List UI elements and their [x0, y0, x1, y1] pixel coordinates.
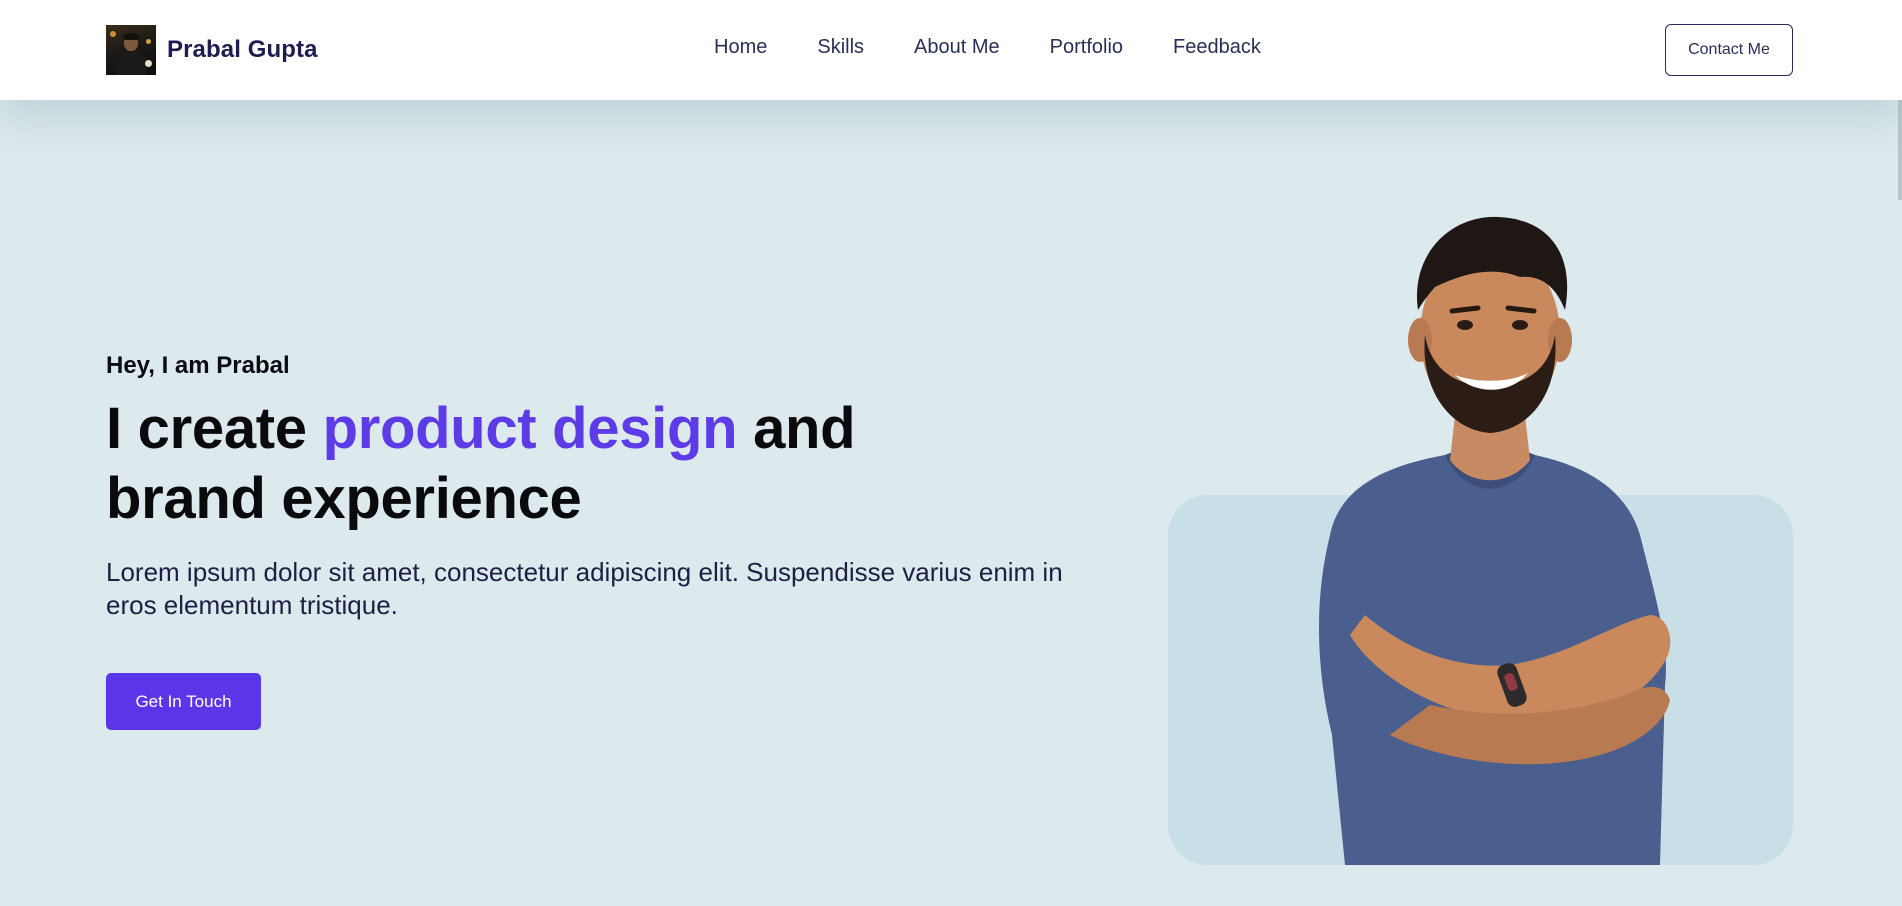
nav-links: Home Skills About Me Portfolio Feedback	[714, 36, 1261, 59]
nav-link-feedback[interactable]: Feedback	[1173, 36, 1261, 59]
hero-description: Lorem ipsum dolor sit amet, consectetur …	[106, 557, 1063, 620]
hero-portrait-image	[1318, 216, 1671, 865]
hero-title: I create product design and brand experi…	[106, 394, 1026, 534]
nav-link-skills[interactable]: Skills	[817, 36, 864, 59]
get-in-touch-button[interactable]: Get In Touch	[106, 673, 261, 730]
brand-avatar	[106, 25, 156, 75]
hero-title-part1: I create	[106, 396, 323, 461]
hero-title-accent: product design	[322, 396, 738, 461]
brand-name: Prabal Gupta	[167, 36, 318, 63]
page: Prabal Gupta Home Skills About Me Portfo…	[0, 0, 1902, 906]
nav-link-portfolio[interactable]: Portfolio	[1050, 36, 1123, 59]
nav-link-about-me[interactable]: About Me	[914, 36, 1000, 59]
navbar: Prabal Gupta Home Skills About Me Portfo…	[0, 0, 1902, 100]
contact-me-button[interactable]: Contact Me	[1665, 24, 1793, 76]
brand[interactable]: Prabal Gupta	[106, 25, 318, 75]
nav-link-home[interactable]: Home	[714, 36, 767, 59]
hero-greeting: Hey, I am Prabal	[106, 352, 290, 379]
